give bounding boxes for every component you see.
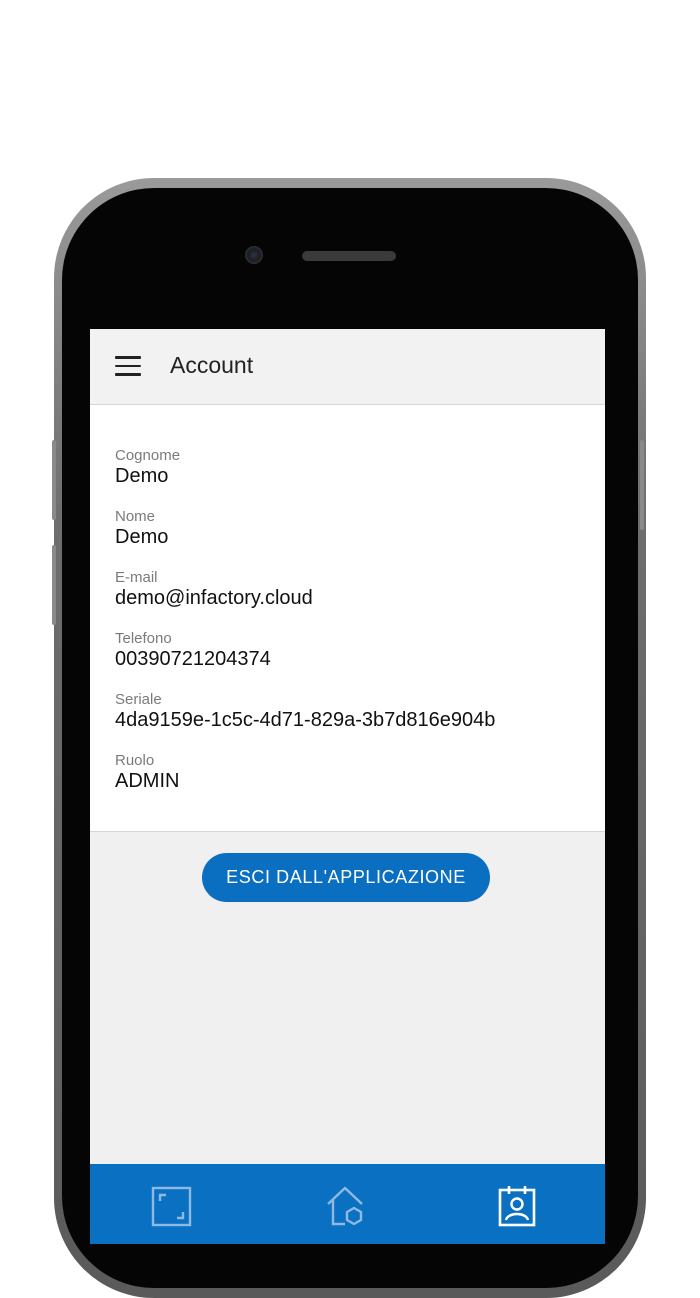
volume-button: [52, 545, 56, 625]
field-label: Nome: [115, 508, 156, 525]
field-label: Cognome: [115, 447, 181, 464]
earpiece-speaker: [302, 251, 396, 261]
field-value: 00390721204374: [115, 648, 271, 670]
home-icon: [327, 1186, 363, 1226]
field-value: demo@infactory.cloud: [115, 587, 313, 609]
field-telefono: Telefono 00390721204374: [115, 630, 271, 671]
hamburger-menu-icon[interactable]: [115, 356, 141, 376]
field-email: E-mail demo@infactory.cloud: [115, 569, 313, 610]
power-button: [640, 440, 644, 530]
nav-item-account[interactable]: [496, 1184, 540, 1228]
field-cognome: Cognome Demo: [115, 447, 180, 488]
field-label: Telefono: [115, 630, 172, 647]
field-value: Demo: [115, 526, 169, 548]
account-details-card: Cognome Demo Nome Demo E-mail demo@infac…: [90, 405, 605, 832]
account-badge-icon: [498, 1186, 536, 1227]
field-value: ADMIN: [115, 770, 180, 792]
field-nome: Nome Demo: [115, 508, 168, 549]
logout-button[interactable]: ESCI DALL'APPLICAZIONE: [202, 853, 490, 902]
field-value: 4da9159e-1c5c-4d71-829a-3b7d816e904b: [115, 709, 496, 731]
front-camera: [245, 246, 263, 264]
field-label: Seriale: [115, 691, 162, 708]
field-value: Demo: [115, 465, 169, 487]
field-seriale: Seriale 4da9159e-1c5c-4d71-829a-3b7d816e…: [115, 691, 495, 732]
volume-button: [52, 440, 56, 520]
field-ruolo: Ruolo ADMIN: [115, 752, 179, 793]
field-label: E-mail: [115, 569, 158, 586]
nav-item-scan[interactable]: [150, 1184, 194, 1228]
app-screen: Account Cognome Demo Nome Demo E-mail de…: [90, 329, 605, 1244]
scan-frame-icon: [151, 1186, 192, 1227]
bottom-navigation: [90, 1164, 605, 1244]
field-label: Ruolo: [115, 752, 155, 769]
app-bar: Account: [90, 329, 605, 405]
nav-item-home[interactable]: [324, 1184, 368, 1228]
page-title: Account: [170, 352, 254, 378]
